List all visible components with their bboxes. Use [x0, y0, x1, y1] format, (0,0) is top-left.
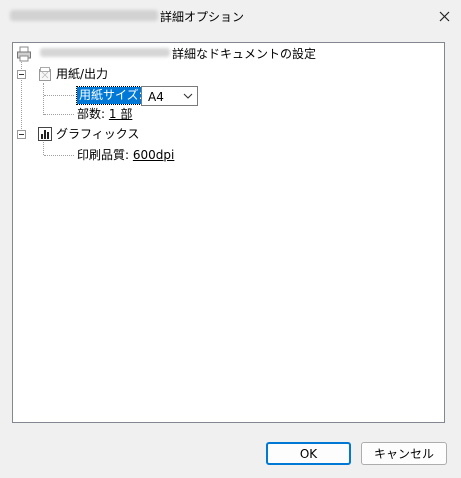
cancel-button[interactable]: キャンセル	[361, 442, 447, 465]
ok-button[interactable]: OK	[266, 442, 351, 465]
paper-size-label[interactable]: 用紙サイズ:	[76, 86, 146, 105]
tree-root-label[interactable]: 詳細なドキュメントの設定	[172, 46, 316, 62]
graphics-icon	[37, 126, 53, 145]
tree-item-paper-output[interactable]: 用紙/出力	[56, 66, 108, 82]
tree-connector	[44, 155, 74, 156]
printer-name-redacted	[10, 10, 158, 21]
dialog-title: 詳細オプション	[160, 10, 245, 24]
title-bar: 詳細オプション	[0, 0, 461, 32]
printer-name-redacted	[40, 48, 170, 57]
tree-item-graphics[interactable]: グラフィックス	[56, 126, 139, 142]
tree-connector	[43, 83, 44, 115]
copies-label: 部数:	[77, 107, 106, 121]
close-icon	[439, 11, 449, 21]
tree-connector	[44, 114, 74, 115]
copies-value[interactable]: 1 部	[109, 107, 132, 121]
print-quality-item[interactable]: 印刷品質: 600dpi	[77, 147, 174, 163]
printer-icon	[16, 46, 32, 65]
settings-tree[interactable]: 詳細なドキュメントの設定 用紙/出力 用紙サイズ: A4 部数: 1 部 グラフ…	[12, 42, 445, 423]
paper-size-select[interactable]: A4	[141, 86, 198, 106]
chevron-down-icon	[183, 93, 193, 99]
collapse-toggle-paper[interactable]	[17, 70, 26, 79]
copies-item[interactable]: 部数: 1 部	[77, 106, 132, 122]
tree-connector	[44, 95, 74, 96]
print-quality-value[interactable]: 600dpi	[133, 148, 174, 162]
paper-output-icon	[37, 66, 53, 85]
collapse-toggle-graphics[interactable]	[17, 130, 26, 139]
close-button[interactable]	[430, 2, 458, 30]
print-quality-label: 印刷品質:	[77, 148, 130, 162]
paper-size-value: A4	[148, 90, 164, 104]
